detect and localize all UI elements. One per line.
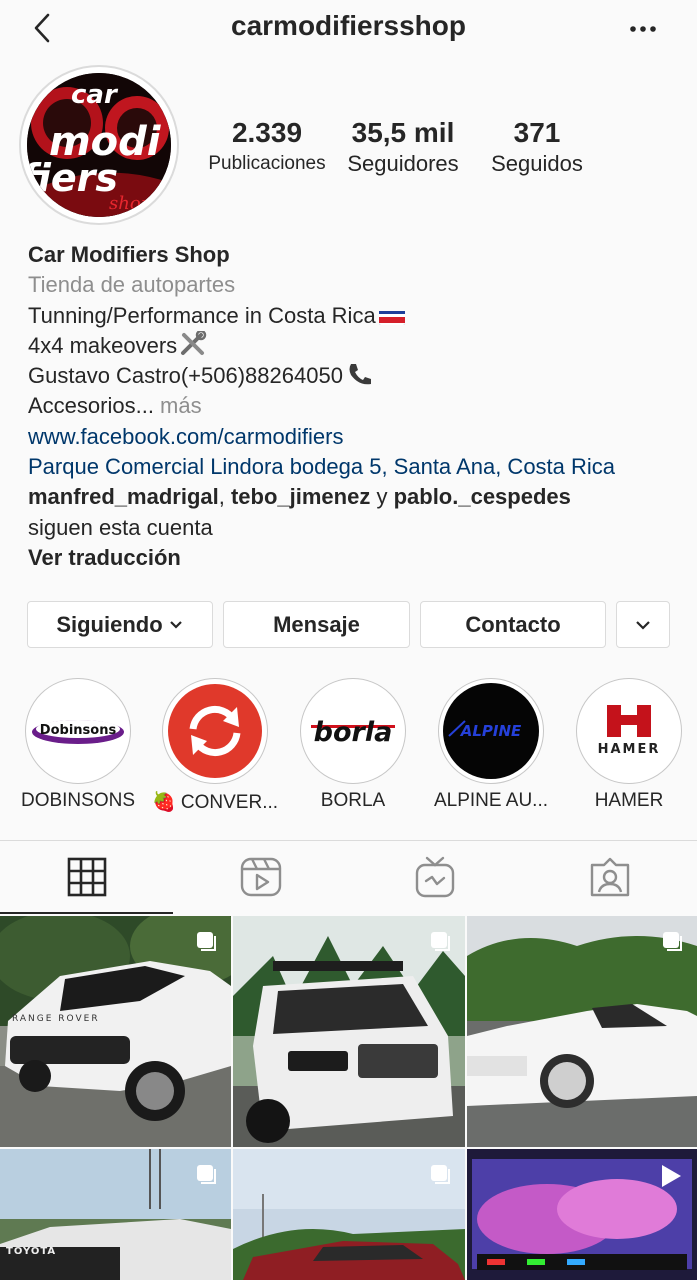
message-button-label: Mensaje — [273, 611, 360, 637]
stat-following-value: 371 — [513, 117, 561, 148]
highlight-label: 🍓 CONVER... — [151, 792, 279, 813]
follower-name: manfred_madrigal — [28, 484, 219, 510]
active-tab-indicator — [0, 912, 173, 914]
bio-more-link[interactable]: más — [154, 393, 202, 418]
highlight-image: Dobinsons — [30, 683, 126, 779]
profile-bio: Car Modifiers Shop Tienda de autopartes … — [28, 240, 688, 573]
website-link[interactable]: www.facebook.com/carmodifiers — [28, 422, 688, 452]
svg-text:car: car — [71, 80, 119, 110]
profile-name: Car Modifiers Shop — [28, 242, 230, 267]
profile-username: carmodifiersshop — [231, 10, 466, 41]
video-play-icon — [662, 1165, 681, 1187]
stat-following-label: Seguidos — [491, 151, 583, 176]
svg-text:Dobinsons: Dobinsons — [40, 723, 117, 738]
stat-followers-value: 35,5 mil — [351, 117, 455, 148]
highlight-label: BORLA — [320, 790, 386, 811]
svg-text:ALPINE: ALPINE — [460, 722, 522, 740]
svg-text:TOYOTA: TOYOTA — [6, 1246, 56, 1257]
highlight-ring — [162, 678, 268, 784]
post-thumbnail[interactable]: TOYOTA — [0, 1149, 231, 1280]
stat-followers-label: Seguidores — [347, 151, 459, 176]
highlight-image: HAMER — [581, 683, 677, 779]
svg-text:RANGE ROVER: RANGE ROVER — [12, 1014, 100, 1024]
stat-following[interactable]: 371 Seguidos — [478, 117, 596, 179]
highlight-borla[interactable]: borla — [300, 678, 406, 784]
highlight-image: borla — [305, 683, 401, 779]
address-link[interactable]: Parque Comercial Lindora bodega 5, Santa… — [28, 452, 688, 482]
bio-line: 4x4 makeovers — [28, 329, 688, 361]
tab-posts[interactable] — [0, 841, 174, 912]
bio-line-text: Gustavo Castro(+506)88264050 — [28, 363, 343, 389]
highlight-alpine[interactable]: ALPINE — [438, 678, 544, 784]
costa-rica-flag-icon — [378, 307, 405, 325]
reels-icon — [240, 857, 282, 896]
svg-text:borla: borla — [314, 717, 393, 748]
contact-button-label: Contacto — [465, 611, 561, 637]
stat-followers[interactable]: 35,5 mil Seguidores — [336, 117, 470, 179]
post-thumbnail[interactable] — [467, 916, 697, 1147]
separator-text: , — [218, 484, 231, 510]
chevron-down-icon — [636, 620, 650, 630]
separator-text: y — [370, 484, 394, 510]
highlight-hamer[interactable]: HAMER — [576, 678, 682, 784]
tools-icon — [179, 329, 207, 357]
bio-line-text: Tunning/Performance in Costa Rica — [28, 302, 376, 328]
carousel-icon — [197, 932, 216, 951]
carousel-icon — [431, 932, 450, 951]
highlight-ring: Dobinsons — [25, 678, 131, 784]
contact-button[interactable]: Contacto — [420, 601, 606, 648]
more-icon — [630, 26, 656, 32]
post-thumbnail[interactable] — [233, 916, 465, 1147]
profile-header: carmodifiersshop — [0, 0, 697, 56]
carousel-icon — [663, 932, 682, 951]
refresh-icon — [168, 684, 262, 778]
tagged-icon — [590, 857, 629, 896]
carousel-icon — [431, 1165, 450, 1184]
followed-by[interactable]: manfred_madrigal, tebo_jimenez y pablo._… — [28, 482, 688, 512]
tab-tagged[interactable] — [522, 841, 697, 912]
following-button-label: Siguiendo — [56, 611, 163, 637]
bio-line: Tunning/Performance in Costa Rica — [28, 301, 688, 331]
svg-text:HAMER: HAMER — [598, 742, 661, 757]
avatar[interactable]: car modi fiers shop — [27, 73, 171, 217]
carousel-icon — [197, 1165, 216, 1184]
phone-icon — [345, 361, 373, 387]
translate-link[interactable]: Ver traducción — [28, 543, 688, 573]
highlight-label: ALPINE AU... — [433, 790, 549, 811]
highlight-image — [167, 683, 263, 779]
bio-line-text: Accesorios... — [28, 393, 154, 419]
highlight-conver[interactable] — [162, 678, 268, 784]
highlight-label: HAMER — [594, 790, 664, 811]
highlight-image: ALPINE — [443, 683, 539, 779]
follower-name: pablo._cespedes — [393, 484, 571, 510]
stat-posts-value: 2.339 — [231, 117, 303, 148]
more-options-button[interactable] — [622, 14, 666, 44]
profile-category: Tienda de autopartes — [28, 272, 236, 298]
tab-reels[interactable] — [174, 841, 348, 912]
highlight-ring: ALPINE — [438, 678, 544, 784]
message-button[interactable]: Mensaje — [223, 601, 410, 648]
chevron-down-icon — [169, 620, 182, 629]
followed-by-suffix: siguen esta cuenta — [28, 514, 213, 540]
highlight-dobinsons[interactable]: Dobinsons — [25, 678, 131, 784]
igtv-icon — [415, 856, 455, 897]
bio-line-text: 4x4 makeovers — [28, 332, 178, 358]
highlight-label: DOBINSONS — [20, 790, 136, 811]
suggested-accounts-button[interactable] — [616, 601, 670, 648]
avatar-logo: car modi fiers shop — [27, 73, 171, 217]
following-button[interactable]: Siguiendo — [27, 601, 213, 648]
post-thumbnail[interactable] — [233, 1149, 465, 1280]
highlight-ring: HAMER — [576, 678, 682, 784]
highlight-ring: borla — [300, 678, 406, 784]
post-thumbnail[interactable] — [467, 1149, 697, 1280]
stat-posts-label: Publicaciones — [208, 153, 326, 174]
post-thumbnail[interactable]: RANGE ROVER — [0, 916, 231, 1147]
grid-icon — [67, 857, 107, 896]
bio-line: Gustavo Castro(+506)88264050 — [28, 361, 688, 391]
bio-line: Accesorios... más — [28, 391, 688, 421]
tab-igtv[interactable] — [348, 841, 522, 912]
follower-name: tebo_jimenez — [230, 484, 371, 510]
stat-posts[interactable]: 2.339 Publicaciones — [204, 117, 330, 179]
